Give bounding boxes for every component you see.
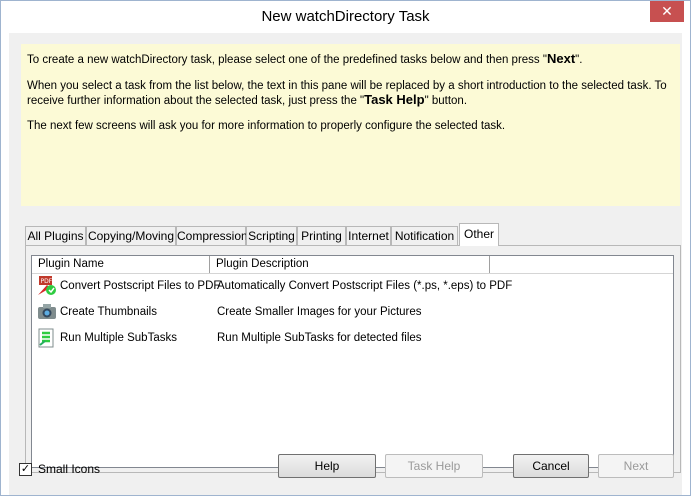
tab-panel-other: Plugin Name Plugin Description PDF Conve… — [25, 245, 681, 473]
task-help-button[interactable]: Task Help — [385, 454, 483, 478]
plugin-name: Create Thumbnails — [60, 306, 157, 318]
close-icon: ✕ — [661, 3, 673, 19]
intro-line-1: To create a new watchDirectory task, ple… — [27, 52, 674, 67]
intro-task-help-emphasis: Task Help — [364, 92, 425, 107]
next-button[interactable]: Next — [598, 454, 674, 478]
pdf-convert-icon: PDF — [38, 276, 56, 295]
list-item[interactable]: PDF Convert Postscript Files to PDF Auto… — [32, 273, 673, 299]
tab-copying-moving[interactable]: Copying/Moving — [86, 226, 176, 245]
tab-internet[interactable]: Internet — [346, 226, 391, 245]
tab-all-plugins[interactable]: All Plugins — [25, 226, 86, 245]
tab-compression[interactable]: Compression — [176, 226, 248, 245]
frame-right — [682, 33, 690, 495]
intro-line-2-text: When you select a task from the list bel… — [27, 80, 667, 107]
intro-line-2: When you select a task from the list bel… — [27, 79, 674, 108]
small-icons-checkbox[interactable]: ✓ — [19, 463, 32, 476]
title-bar[interactable]: New watchDirectory Task ✕ — [1, 1, 690, 33]
plugin-list[interactable]: Plugin Name Plugin Description PDF Conve… — [31, 255, 674, 468]
cancel-button[interactable]: Cancel — [513, 454, 589, 478]
plugin-description: Automatically Convert Postscript Files (… — [217, 280, 513, 292]
dialog-window: New watchDirectory Task ✕ To create a ne… — [0, 0, 691, 496]
list-header: Plugin Name Plugin Description — [32, 256, 673, 274]
help-button[interactable]: Help — [278, 454, 376, 478]
small-icons-label: Small Icons — [38, 462, 101, 476]
subtasks-icon — [38, 328, 54, 348]
dialog-client-area: To create a new watchDirectory task, ple… — [9, 33, 682, 489]
camera-icon — [38, 304, 56, 319]
column-header-plugin-description[interactable]: Plugin Description — [210, 256, 490, 273]
frame-left — [1, 33, 9, 495]
window-title: New watchDirectory Task — [261, 8, 430, 25]
intro-next-emphasis: Next — [546, 51, 576, 66]
list-item[interactable]: Run Multiple SubTasks Run Multiple SubTa… — [32, 325, 673, 351]
tab-printing[interactable]: Printing — [297, 226, 346, 245]
intro-line-3: The next few screens will ask you for mo… — [27, 120, 506, 132]
list-item[interactable]: Create Thumbnails Create Smaller Images … — [32, 299, 673, 325]
plugin-description: Create Smaller Images for your Pictures — [217, 306, 422, 318]
tab-other[interactable]: Other — [459, 223, 499, 246]
plugin-name: Run Multiple SubTasks — [60, 332, 177, 344]
intro-line-1-text: To create a new watchDirectory task, ple… — [27, 54, 547, 66]
intro-line-2-end: " button. — [424, 95, 468, 107]
intro-pane: To create a new watchDirectory task, ple… — [21, 44, 680, 206]
svg-text:PDF: PDF — [41, 278, 53, 285]
intro-line-1-end: ". — [575, 54, 583, 66]
close-button[interactable]: ✕ — [650, 1, 684, 22]
plugin-name: Convert Postscript Files to PDF — [60, 280, 221, 292]
column-header-plugin-name[interactable]: Plugin Name — [32, 256, 210, 273]
tab-scripting[interactable]: Scripting — [246, 226, 297, 245]
plugin-description: Run Multiple SubTasks for detected files — [217, 332, 422, 344]
tab-notification[interactable]: Notification — [391, 226, 458, 245]
